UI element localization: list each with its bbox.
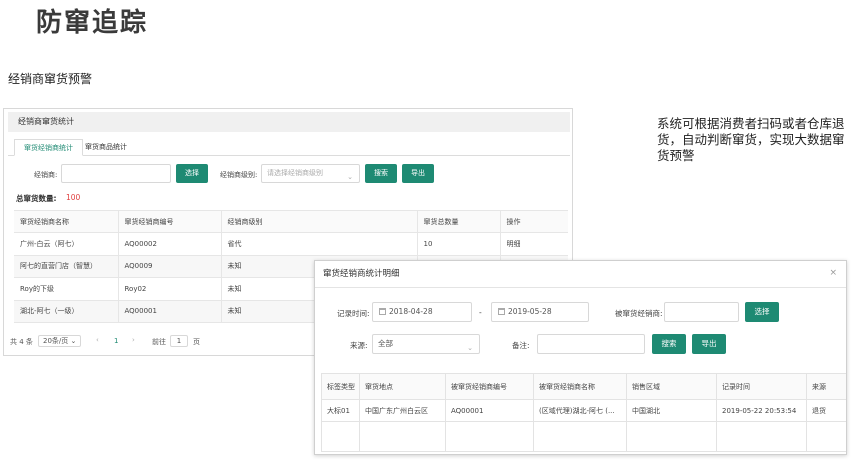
date-range-separator: - <box>479 308 482 317</box>
detail-link[interactable]: 明细 <box>500 232 568 256</box>
current-page[interactable]: 1 <box>114 337 118 345</box>
dealer-select-button[interactable]: 选择 <box>745 302 779 322</box>
cell-dealer-name: (区域代理)湖北-阿七 (... <box>533 399 627 422</box>
column-header: 被窜货经销商编号 <box>445 373 534 400</box>
dealer-level-select[interactable]: 请选择经销商级别 ⌄ <box>261 164 360 183</box>
column-header: 窜货经销商名称 <box>14 210 119 233</box>
source-select[interactable]: 全部 ⌄ <box>372 334 480 354</box>
empty-row <box>321 421 846 452</box>
dealer-input[interactable] <box>61 164 171 183</box>
cell-record-time: 2019-05-22 20:53:54 <box>716 399 807 422</box>
tab-dealer-stats[interactable]: 窜货经销商统计 <box>14 139 83 156</box>
close-icon[interactable]: × <box>829 268 837 278</box>
dealer-input[interactable] <box>664 302 739 322</box>
column-header: 销售区域 <box>626 373 717 400</box>
total-label: 总窜货数量: <box>16 194 57 203</box>
export-button[interactable]: 导出 <box>402 164 434 183</box>
diversion-detail-dialog: 窜货经销商统计明细 × 记录时间: 2018-04-28 - 2019-05-2… <box>314 260 847 455</box>
search-button[interactable]: 搜索 <box>652 334 686 354</box>
goto-label: 前往 <box>152 338 166 346</box>
end-date-input[interactable]: 2019-05-28 <box>491 302 589 322</box>
next-page-button[interactable]: › <box>132 336 135 344</box>
export-button[interactable]: 导出 <box>692 334 726 354</box>
page-subtitle: 经销商窜货预警 <box>8 72 93 86</box>
start-date-value: 2018-04-28 <box>389 307 433 316</box>
table-header-row: 窜货经销商名称 窜货经销商编号 经销商级别 窜货总数量 操作 <box>14 210 568 233</box>
page-size-value: 20条/页 <box>43 337 69 345</box>
goto-page-input[interactable]: 1 <box>170 335 188 347</box>
column-header: 操作 <box>500 210 568 233</box>
dealer-level-placeholder: 请选择经销商级别 <box>267 169 323 177</box>
column-header: 窜货总数量 <box>417 210 501 233</box>
calendar-icon <box>379 308 386 315</box>
remark-input[interactable] <box>537 334 645 354</box>
column-header: 窜货地点 <box>359 373 446 400</box>
column-header: 被窜货经销商名称 <box>533 373 627 400</box>
column-header: 窜货经销商编号 <box>118 210 222 233</box>
feature-description: 系统可根据消费者扫码或者仓库退货，自动判断窜货，实现大数据窜货预警 <box>657 116 845 163</box>
dialog-title: 窜货经销商统计明细 <box>315 261 846 288</box>
table-row[interactable]: 广州-白云（阿七） AQ00002 省代 10 明细 <box>14 232 568 256</box>
chevron-down-icon: ⌄ <box>347 173 353 181</box>
tab-product-stats[interactable]: 窜货商品统计 <box>76 139 136 156</box>
cell-dealer-code: AQ00002 <box>118 232 222 256</box>
table-header-row: 标签类型 窜货地点 被窜货经销商编号 被窜货经销商名称 销售区域 记录时间 来源 <box>321 373 846 400</box>
panel-header: 经销商窜货统计 <box>8 112 570 132</box>
calendar-icon <box>498 308 505 315</box>
dealer-level-label: 经销商级别: <box>220 171 258 179</box>
cell-location: 中国广东广州白云区 <box>359 399 446 422</box>
cell-dealer-code: AQ0009 <box>118 254 222 278</box>
cell-dealer-name: 阿七的直营门店（智慧） <box>14 254 119 278</box>
search-button[interactable]: 搜索 <box>365 164 397 183</box>
remark-label: 备注: <box>512 341 530 350</box>
cell-dealer-level: 省代 <box>221 232 418 256</box>
column-header: 来源 <box>806 373 846 400</box>
end-date-value: 2019-05-28 <box>508 307 552 316</box>
dealer-select-button[interactable]: 选择 <box>176 164 208 183</box>
prev-page-button[interactable]: ‹ <box>96 336 99 344</box>
tab-bar: 窜货经销商统计 窜货商品统计 <box>8 139 570 156</box>
cell-dealer-code: AQ00001 <box>445 399 534 422</box>
column-header: 记录时间 <box>716 373 807 400</box>
cell-source: 退货 <box>806 399 846 422</box>
cell-dealer-name: 湖北-阿七（一级） <box>14 299 119 323</box>
source-value: 全部 <box>378 339 393 348</box>
pagination-total: 共 4 条 <box>10 338 33 346</box>
dealer-label: 经销商: <box>34 171 58 179</box>
record-time-label: 记录时间: <box>337 309 370 318</box>
table-row[interactable]: 大标01 中国广东广州白云区 AQ00001 (区域代理)湖北-阿七 (... … <box>321 399 846 422</box>
source-label: 来源: <box>350 341 368 350</box>
column-header: 经销商级别 <box>221 210 418 233</box>
cell-total: 10 <box>417 232 501 256</box>
start-date-input[interactable]: 2018-04-28 <box>372 302 472 322</box>
page-size-select[interactable]: 20条/页 ⌄ <box>38 335 82 347</box>
page-title: 防窜追踪 <box>36 8 149 38</box>
cell-dealer-name: Roy的下级 <box>14 277 119 301</box>
cell-dealer-code: AQ00001 <box>118 299 222 323</box>
total-value: 100 <box>66 193 81 202</box>
cell-tag-type: 大标01 <box>321 399 360 422</box>
cell-dealer-name: 广州-白云（阿七） <box>14 232 119 256</box>
column-header: 标签类型 <box>321 373 360 400</box>
cell-sales-region: 中国湖北 <box>626 399 717 422</box>
dealer-label: 被窜货经销商: <box>615 309 663 318</box>
page-suffix: 页 <box>193 338 200 346</box>
cell-dealer-code: Roy02 <box>118 277 222 301</box>
chevron-down-icon: ⌄ <box>467 344 473 352</box>
detail-table: 标签类型 窜货地点 被窜货经销商编号 被窜货经销商名称 销售区域 记录时间 来源… <box>321 373 846 452</box>
